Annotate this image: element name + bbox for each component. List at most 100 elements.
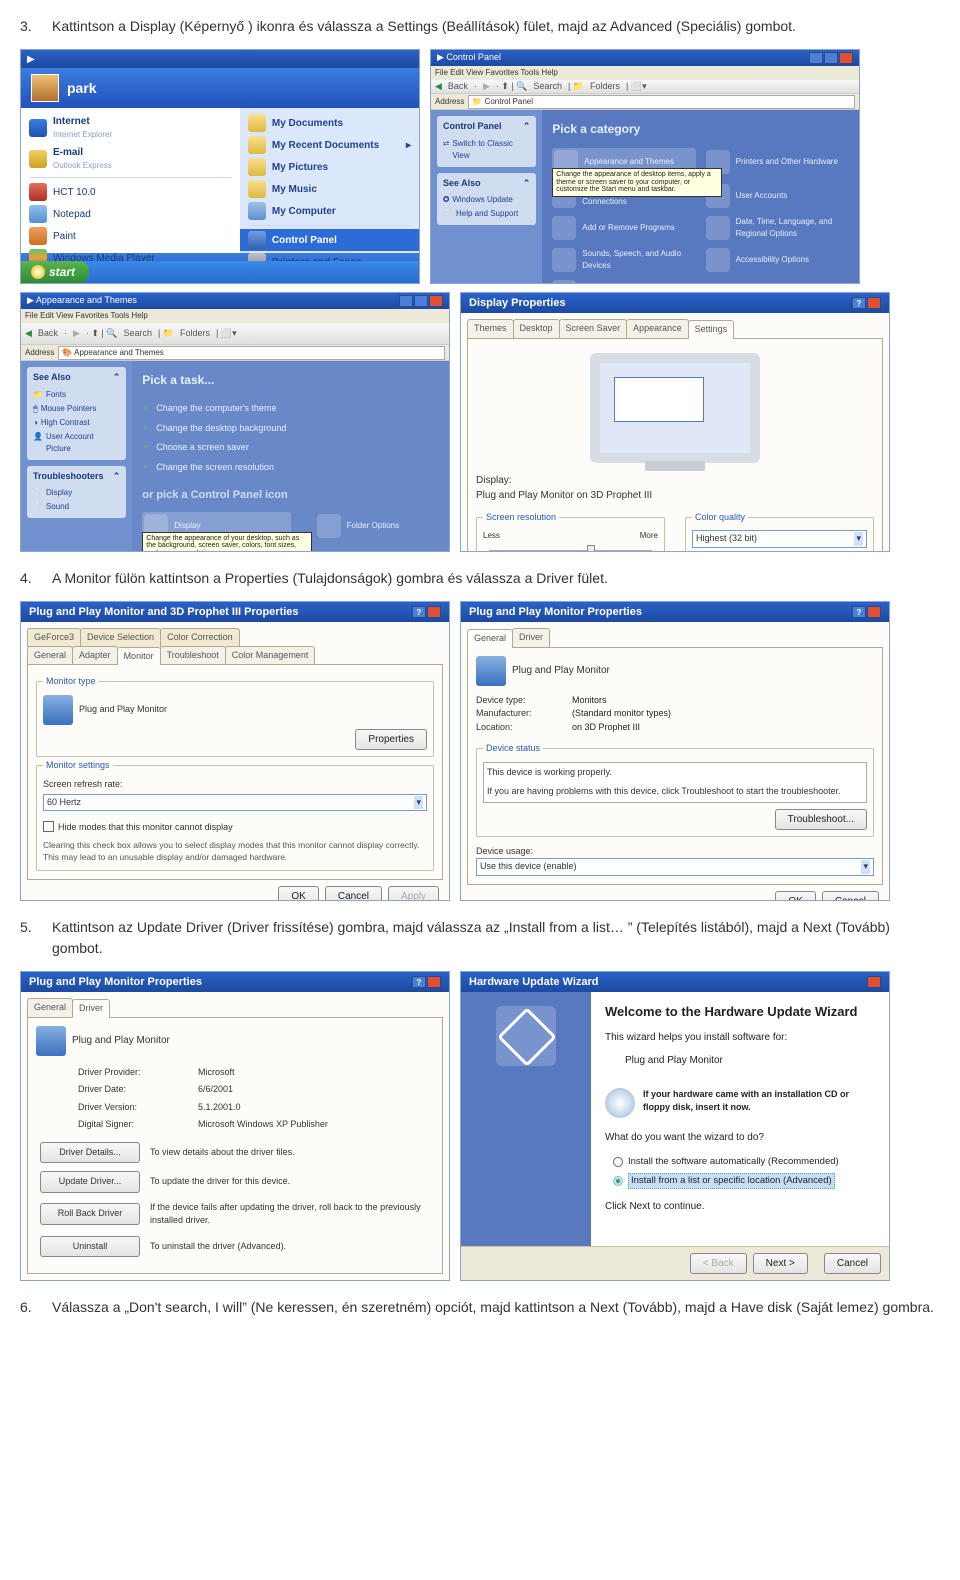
start-button[interactable]: start xyxy=(21,261,89,283)
category-appearance-themes[interactable]: Appearance and Themes Change the appeara… xyxy=(552,148,695,176)
task-screen-saver[interactable]: Choose a screen saver xyxy=(142,438,439,458)
address-bar[interactable]: Address 🎨 Appearance and Themes xyxy=(21,345,449,361)
see-also-help-support[interactable]: ❔ Help and Support xyxy=(443,207,530,221)
start-item-notepad[interactable]: Notepad xyxy=(21,203,240,225)
radio-install-auto[interactable]: Install the software automatically (Reco… xyxy=(613,1153,875,1171)
tab-general[interactable]: General xyxy=(27,998,73,1017)
roll-back-driver-button[interactable]: Roll Back Driver xyxy=(40,1203,140,1225)
color-quality-select[interactable]: Highest (32 bit) xyxy=(692,530,867,548)
close-button[interactable] xyxy=(427,976,441,988)
uninstall-button[interactable]: Uninstall xyxy=(40,1236,140,1258)
driver-details-button[interactable]: Driver Details... xyxy=(40,1142,140,1164)
category-accessibility[interactable]: Accessibility Options xyxy=(706,248,849,272)
minimize-button[interactable] xyxy=(399,295,413,307)
start-item-recent-docs[interactable]: My Recent Documents▸ xyxy=(240,134,419,156)
category-sounds[interactable]: Sounds, Speech, and Audio Devices xyxy=(552,248,695,272)
tab-driver[interactable]: Driver xyxy=(512,628,550,647)
tab-general[interactable]: General xyxy=(27,646,73,665)
category-users[interactable]: User Accounts xyxy=(706,184,849,208)
start-item-internet[interactable]: InternetInternet Explorer xyxy=(21,112,240,143)
refresh-rate-select[interactable]: 60 Hertz xyxy=(43,794,427,812)
help-button[interactable]: ? xyxy=(852,297,866,309)
ok-button[interactable]: OK xyxy=(278,886,318,901)
cd-icon xyxy=(605,1088,635,1118)
apply-button[interactable]: Apply xyxy=(388,886,439,901)
start-item-email[interactable]: E-mailOutlook Express xyxy=(21,143,240,174)
help-button[interactable]: ? xyxy=(852,606,866,618)
back-button[interactable]: < Back xyxy=(690,1253,747,1274)
device-usage-select[interactable]: Use this device (enable) xyxy=(476,858,874,876)
tab-color-management[interactable]: Color Management xyxy=(225,646,316,665)
start-item-my-computer[interactable]: My Computer xyxy=(240,200,419,222)
tab-appearance[interactable]: Appearance xyxy=(626,319,689,338)
task-change-theme[interactable]: Change the computer's theme xyxy=(142,399,439,419)
side-box-see-also: See Also⌃ 📁 Fonts 🖱 Mouse Pointers ◑ Hig… xyxy=(27,367,126,460)
radio-install-from-list[interactable]: Install from a list or specific location… xyxy=(613,1171,875,1191)
tab-desktop[interactable]: Desktop xyxy=(513,319,560,338)
cancel-button[interactable]: Cancel xyxy=(325,886,382,901)
start-item-my-music[interactable]: My Music xyxy=(240,178,419,200)
tab-geforce3[interactable]: GeForce3 xyxy=(27,628,81,647)
tab-monitor[interactable]: Monitor xyxy=(117,647,161,666)
close-button[interactable] xyxy=(429,295,443,307)
see-also-mouse[interactable]: 🖱 Mouse Pointers xyxy=(33,402,120,416)
minimize-button[interactable] xyxy=(809,52,823,64)
category-add-remove[interactable]: Add or Remove Programs xyxy=(552,216,695,240)
tab-settings[interactable]: Settings xyxy=(688,320,735,339)
see-also-fonts[interactable]: 📁 Fonts xyxy=(33,388,120,402)
category-performance[interactable]: Performance and Maintenance xyxy=(552,280,695,284)
menu-bar[interactable]: File Edit View Favorites Tools Help xyxy=(431,66,859,80)
ok-button[interactable]: OK xyxy=(775,891,815,902)
properties-button[interactable]: Properties xyxy=(355,729,427,750)
close-button[interactable] xyxy=(839,52,853,64)
category-printers[interactable]: Printers and Other Hardware xyxy=(706,148,849,176)
cancel-button[interactable]: Cancel xyxy=(822,891,879,902)
tab-driver[interactable]: Driver xyxy=(72,999,110,1018)
start-item-paint[interactable]: Paint xyxy=(21,225,240,247)
help-button[interactable]: ? xyxy=(412,976,426,988)
pick-task-heading: Pick a task... xyxy=(142,371,439,389)
tab-device-selection[interactable]: Device Selection xyxy=(80,628,161,647)
troubleshoot-button[interactable]: Troubleshoot... xyxy=(775,809,867,830)
next-button[interactable]: Next > xyxy=(753,1253,808,1274)
ts-sound[interactable]: ❔ Sound xyxy=(33,500,120,514)
maximize-button[interactable] xyxy=(414,295,428,307)
address-bar[interactable]: Address 📁 Control Panel xyxy=(431,94,859,110)
tab-general[interactable]: General xyxy=(467,629,513,648)
collapse-icon[interactable]: ⌃ xyxy=(523,120,531,134)
help-button[interactable]: ? xyxy=(412,606,426,618)
see-also-high-contrast[interactable]: ◑ High Contrast xyxy=(33,416,120,430)
tab-color-correction[interactable]: Color Correction xyxy=(160,628,240,647)
tab-themes[interactable]: Themes xyxy=(467,319,514,338)
start-item-hct[interactable]: HCT 10.0 xyxy=(21,181,240,203)
cancel-button[interactable]: Cancel xyxy=(824,1253,881,1274)
start-item-my-pictures[interactable]: My Pictures xyxy=(240,156,419,178)
maximize-button[interactable] xyxy=(824,52,838,64)
tab-screen-saver[interactable]: Screen Saver xyxy=(559,319,628,338)
ts-display[interactable]: ❔ Display xyxy=(33,486,120,500)
close-button[interactable] xyxy=(867,297,881,309)
tab-adapter[interactable]: Adapter xyxy=(72,646,118,665)
close-button[interactable] xyxy=(867,606,881,618)
see-also-windows-update[interactable]: 🞉 Windows Update xyxy=(443,193,530,207)
close-button[interactable] xyxy=(427,606,441,618)
collapse-icon[interactable]: ⌃ xyxy=(523,177,531,191)
cancel-button[interactable]: Cancel xyxy=(382,1280,439,1281)
icon-display[interactable]: Display Change the appearance of your de… xyxy=(142,512,290,540)
resolution-slider[interactable] xyxy=(489,550,652,552)
tab-troubleshoot[interactable]: Troubleshoot xyxy=(160,646,226,665)
see-also-user-picture[interactable]: 👤 User Account Picture xyxy=(33,430,120,456)
ok-button[interactable]: OK xyxy=(335,1280,375,1281)
start-item-control-panel[interactable]: Control Panel xyxy=(240,229,419,251)
category-region[interactable]: Date, Time, Language, and Regional Optio… xyxy=(706,216,849,240)
task-change-background[interactable]: Change the desktop background xyxy=(142,419,439,439)
icon-folder-options[interactable]: Folder Options xyxy=(317,512,399,540)
update-driver-button[interactable]: Update Driver... xyxy=(40,1171,140,1193)
task-screen-resolution[interactable]: Change the screen resolution xyxy=(142,458,439,478)
hide-modes-checkbox[interactable]: Hide modes that this monitor cannot disp… xyxy=(43,821,427,835)
back-button[interactable]: ◀ xyxy=(435,80,442,94)
switch-classic-view[interactable]: ⮂Switch to Classic View xyxy=(443,137,530,163)
close-button[interactable] xyxy=(867,976,881,988)
start-item-my-documents[interactable]: My Documents xyxy=(240,112,419,134)
menu-bar[interactable]: File Edit View Favorites Tools Help xyxy=(21,309,449,323)
